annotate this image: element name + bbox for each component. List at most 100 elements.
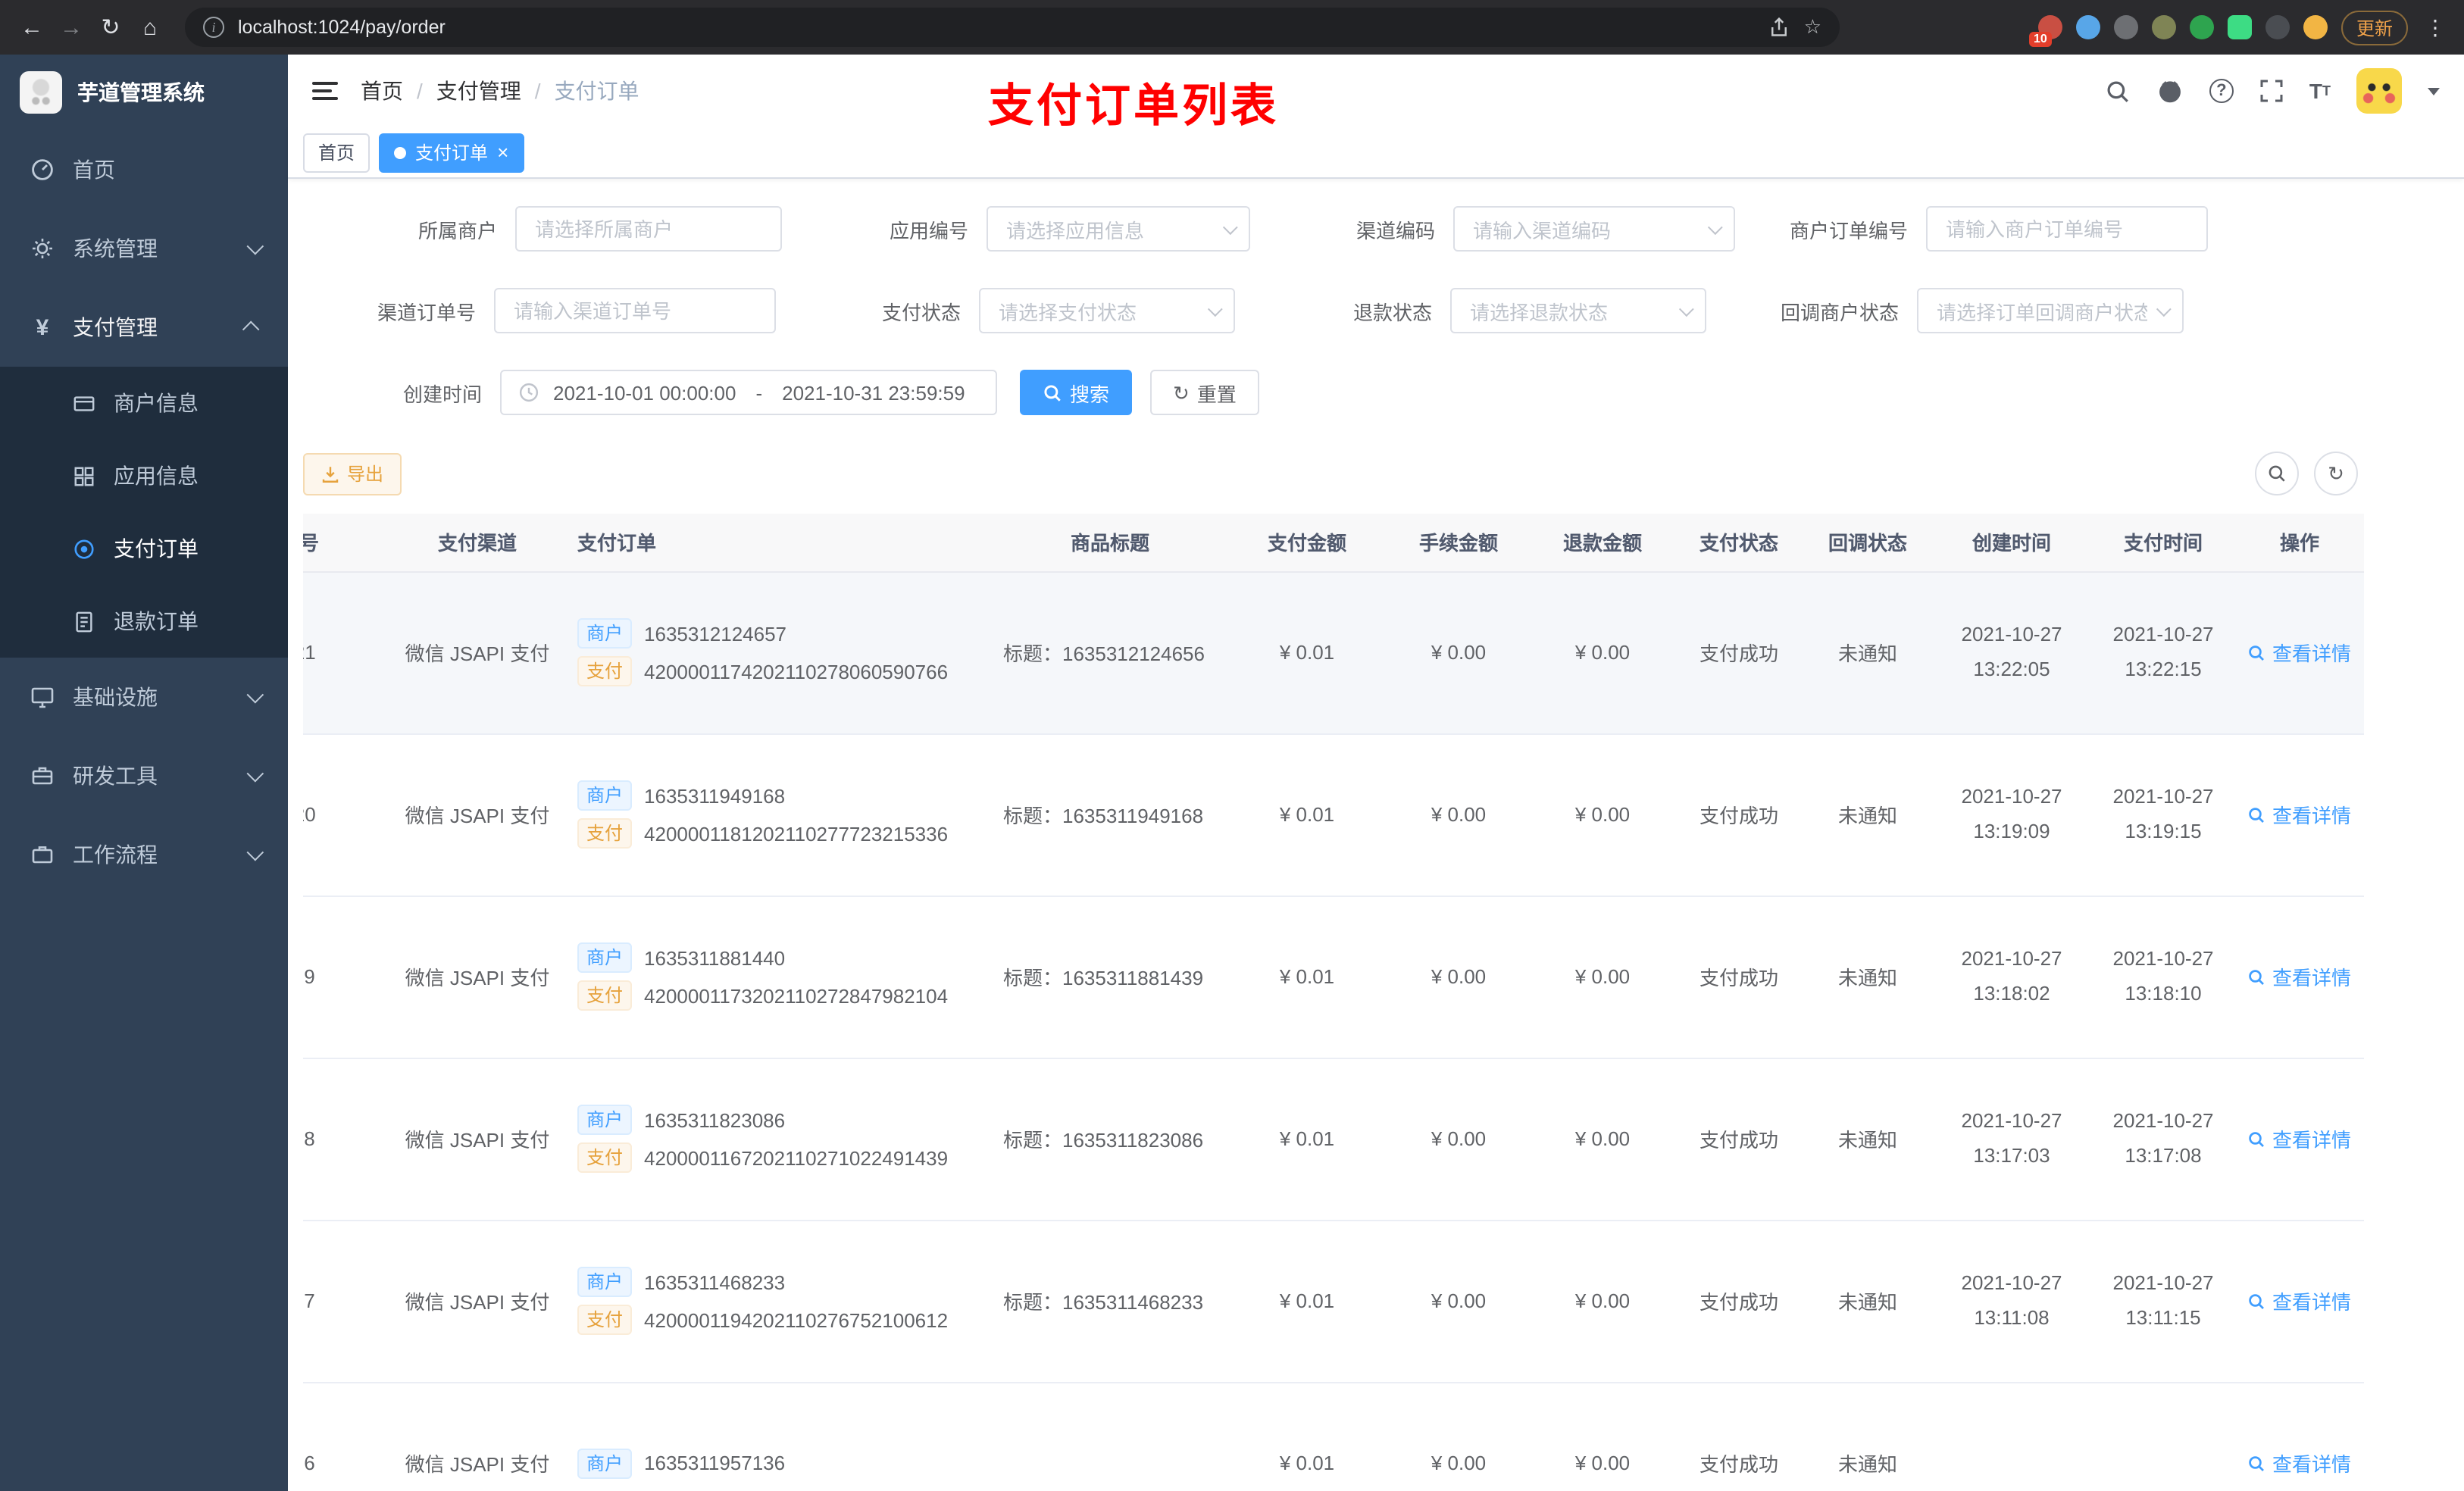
browser-refresh-icon[interactable]: ↻ — [91, 8, 130, 47]
channel-code-select[interactable]: 请输入渠道编码 — [1453, 206, 1735, 252]
channel-order-no-input[interactable] — [494, 288, 776, 333]
cell-created: 2021-10-27 13:17:03 — [1932, 1058, 2091, 1221]
view-detail-link[interactable]: 查看详情 — [2248, 962, 2351, 991]
owner-merchant-input[interactable] — [515, 206, 782, 252]
cell-amount: ¥ 0.01 — [1227, 1058, 1387, 1221]
tab-label: 支付订单 — [415, 142, 489, 164]
help-icon[interactable]: ? — [2209, 79, 2234, 103]
browser-update-button[interactable]: 更新 — [2340, 10, 2408, 45]
document-icon — [70, 610, 97, 633]
refresh-icon: ↻ — [1173, 381, 1190, 404]
chevron-down-icon — [246, 686, 264, 704]
breadcrumb-home[interactable]: 首页 — [361, 76, 403, 106]
filter-label: 渠道订单号 — [377, 301, 476, 324]
fullscreen-icon[interactable] — [2259, 79, 2284, 103]
tab-pay-order[interactable]: 支付订单 × — [379, 133, 524, 172]
export-button[interactable]: 导出 — [303, 452, 402, 495]
sidebar: 芋道管理系统 首页 系统管理 ¥ 支付管理 商户信息 应用信息 支付订单 退款订… — [0, 55, 288, 1491]
user-avatar[interactable] — [2356, 68, 2402, 114]
col-pay-status: 支付状态 — [1674, 514, 1803, 572]
toggle-search-button[interactable] — [2255, 452, 2299, 495]
view-detail-link[interactable]: 查看详情 — [2248, 1286, 2351, 1315]
merchant-tag: 商户 — [577, 1267, 633, 1297]
breadcrumb-separator: / — [417, 79, 423, 103]
bookmark-star-icon[interactable]: ☆ — [1804, 15, 1821, 39]
user-dropdown-caret-icon[interactable] — [2428, 87, 2440, 95]
view-detail-link[interactable]: 查看详情 — [2248, 1449, 2351, 1477]
search-icon — [2250, 969, 2265, 984]
col-refund: 退款金额 — [1531, 514, 1674, 572]
filter-label: 所属商户 — [417, 219, 497, 242]
filter-row: 创建时间 2021-10-01 00:00:00 - 2021-10-31 23… — [303, 370, 2449, 415]
cell-refund: ¥ 0.00 — [1531, 896, 1674, 1058]
address-bar[interactable]: i localhost:1024/pay/order ☆ — [185, 8, 1840, 47]
extension-icon[interactable] — [2227, 15, 2252, 39]
cell-pay-order: 商户 1635311468233 支付 4200001194202110276752… — [568, 1220, 993, 1383]
filter-merchant-order-no: 商户订单编号 — [1735, 206, 2208, 252]
sidebar-item-refund-order[interactable]: 退款订单 — [0, 585, 288, 658]
cell-paid: 2021-10-27 13:11:15 — [2091, 1220, 2235, 1383]
sidebar-item-system[interactable]: 系统管理 — [0, 209, 288, 288]
create-time-range-picker[interactable]: 2021-10-01 00:00:00 - 2021-10-31 23:59:5… — [500, 370, 997, 415]
search-icon[interactable] — [2105, 78, 2131, 104]
extension-pin-icon[interactable] — [2265, 15, 2290, 39]
cell-actions: 查看详情 — [2235, 1220, 2364, 1383]
chevron-down-icon — [246, 843, 264, 861]
browser-back-icon[interactable]: ← — [12, 8, 52, 47]
extension-icon[interactable]: 10 — [2028, 15, 2062, 47]
cell-pay-status: 支付成功 — [1674, 733, 1803, 896]
profile-avatar-icon[interactable] — [2303, 15, 2328, 39]
sidebar-item-infrastructure[interactable]: 基础设施 — [0, 658, 288, 736]
sidebar-item-pay-order[interactable]: 支付订单 — [0, 512, 288, 585]
select-placeholder: 请输入渠道编码 — [1473, 219, 1612, 242]
app-no-select[interactable]: 请选择应用信息 — [987, 206, 1250, 252]
app-logo-row[interactable]: 芋道管理系统 — [0, 55, 288, 130]
search-button[interactable]: 搜索 — [1020, 370, 1133, 415]
url-text[interactable]: localhost:1024/pay/order — [238, 17, 1756, 38]
cell-notify-status: 未通知 — [1803, 1058, 1932, 1221]
merchant-order-no-input[interactable] — [1926, 206, 2208, 252]
browser-forward-icon[interactable]: → — [52, 8, 91, 47]
tab-home[interactable]: 首页 — [303, 133, 371, 172]
browser-home-icon[interactable]: ⌂ — [130, 8, 170, 47]
select-placeholder: 请选择订单回调商户状态 — [1937, 301, 2147, 324]
sidebar-item-dev-tools[interactable]: 研发工具 — [0, 736, 288, 815]
extension-icon[interactable] — [2113, 15, 2138, 39]
browser-menu-icon[interactable]: ⋮ — [2422, 14, 2449, 40]
merchant-order-no: 1635311957136 — [644, 1452, 786, 1474]
view-detail-link[interactable]: 查看详情 — [2248, 638, 2351, 667]
sidebar-item-merchant-info[interactable]: 商户信息 — [0, 367, 288, 439]
date-start-value: 2021-10-01 00:00:00 — [553, 381, 736, 404]
search-icon — [2250, 645, 2265, 660]
github-icon[interactable] — [2156, 77, 2184, 105]
sidebar-toggle-icon[interactable] — [312, 82, 338, 100]
sidebar-item-home[interactable]: 首页 — [0, 130, 288, 209]
view-detail-link[interactable]: 查看详情 — [2248, 1124, 2351, 1153]
filter-row: 渠道订单号 支付状态 请选择支付状态 退款状态 请选择退款状态 — [303, 288, 2449, 333]
orders-table: 编号 支付渠道 支付订单 商品标题 支付金额 手续金额 退款金额 支付状态 回调… — [303, 514, 2449, 1491]
refresh-table-button[interactable]: ↻ — [2314, 452, 2358, 495]
sidebar-item-app-info[interactable]: 应用信息 — [0, 439, 288, 512]
cell-pay-status: 支付成功 — [1674, 896, 1803, 1058]
pay-status-select[interactable]: 请选择支付状态 — [979, 288, 1235, 333]
sidebar-item-label: 工作流程 — [73, 842, 158, 867]
extension-check-icon[interactable] — [2189, 15, 2214, 39]
sidebar-item-workflow[interactable]: 工作流程 — [0, 815, 288, 894]
close-icon[interactable]: × — [497, 142, 508, 162]
sidebar-item-pay-management[interactable]: ¥ 支付管理 — [0, 288, 288, 367]
cell-amount: ¥ 0.01 — [1227, 896, 1387, 1058]
extension-icon[interactable] — [2075, 15, 2100, 39]
briefcase-icon — [29, 842, 56, 867]
breadcrumb-pay-management[interactable]: 支付管理 — [436, 76, 521, 106]
cell-amount: ¥ 0.01 — [1227, 1382, 1387, 1491]
share-icon[interactable] — [1769, 17, 1790, 38]
font-size-icon[interactable]: TT — [2309, 79, 2331, 103]
extension-icon[interactable] — [2151, 15, 2176, 39]
refund-status-select[interactable]: 请选择退款状态 — [1450, 288, 1706, 333]
view-detail-link[interactable]: 查看详情 — [2248, 800, 2351, 829]
notify-status-select[interactable]: 请选择订单回调商户状态 — [1917, 288, 2184, 333]
cell-actions: 查看详情 — [2235, 896, 2364, 1058]
site-info-icon[interactable]: i — [203, 17, 224, 38]
reset-button[interactable]: ↻ 重置 — [1150, 370, 1259, 415]
breadcrumb-separator: / — [534, 79, 541, 103]
